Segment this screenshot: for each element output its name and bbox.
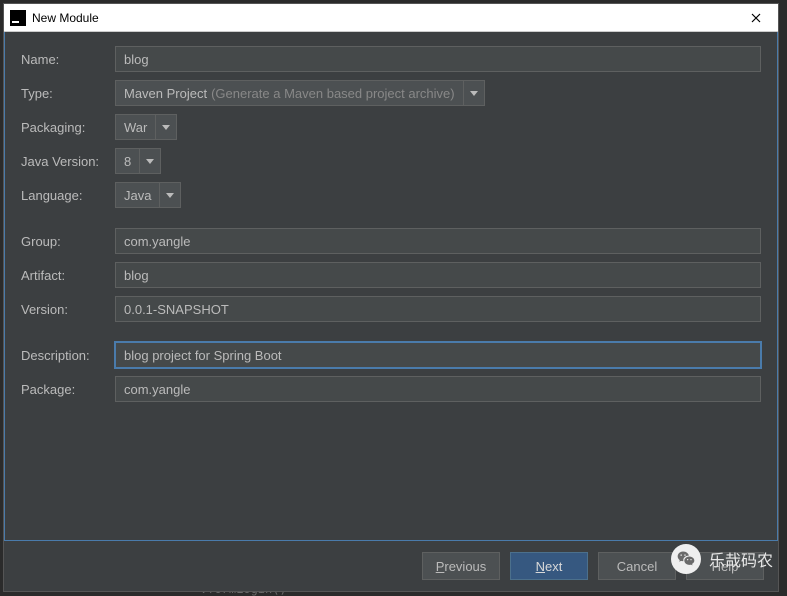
new-module-dialog: New Module Name: Type: Maven Project (Ge… [3,3,779,592]
java-version-value: 8 [124,154,131,169]
packaging-dropdown-arrow[interactable] [155,114,177,140]
watermark: 乐哉码农 [671,544,773,574]
description-label: Description: [21,348,115,363]
app-icon [10,10,26,26]
previous-button[interactable]: Previous [422,552,500,580]
form-content: Name: Type: Maven Project (Generate a Ma… [4,32,778,541]
titlebar: New Module [4,4,778,32]
name-input[interactable] [115,46,761,72]
language-label: Language: [21,188,115,203]
package-label: Package: [21,382,115,397]
group-label: Group: [21,234,115,249]
close-button[interactable] [740,6,772,30]
type-hint: (Generate a Maven based project archive) [211,86,455,101]
group-input[interactable] [115,228,761,254]
java-version-select[interactable]: 8 [115,148,139,174]
artifact-input[interactable] [115,262,761,288]
packaging-value: War [124,120,147,135]
type-dropdown-arrow[interactable] [463,80,485,106]
type-select[interactable]: Maven Project (Generate a Maven based pr… [115,80,463,106]
packaging-label: Packaging: [21,120,115,135]
packaging-select[interactable]: War [115,114,155,140]
type-label: Type: [21,86,115,101]
name-label: Name: [21,52,115,67]
java-version-label: Java Version: [21,154,115,169]
version-input[interactable] [115,296,761,322]
description-input[interactable] [115,342,761,368]
language-dropdown-arrow[interactable] [159,182,181,208]
language-value: Java [124,188,151,203]
wechat-icon [671,544,701,574]
next-button[interactable]: Next [510,552,588,580]
watermark-text: 乐哉码农 [709,547,773,571]
type-value: Maven Project [124,86,207,101]
package-input[interactable] [115,376,761,402]
window-title: New Module [32,11,740,25]
version-label: Version: [21,302,115,317]
language-select[interactable]: Java [115,182,159,208]
java-version-dropdown-arrow[interactable] [139,148,161,174]
cancel-button[interactable]: Cancel [598,552,676,580]
artifact-label: Artifact: [21,268,115,283]
dialog-footer: Previous Next Cancel Help [4,541,778,591]
